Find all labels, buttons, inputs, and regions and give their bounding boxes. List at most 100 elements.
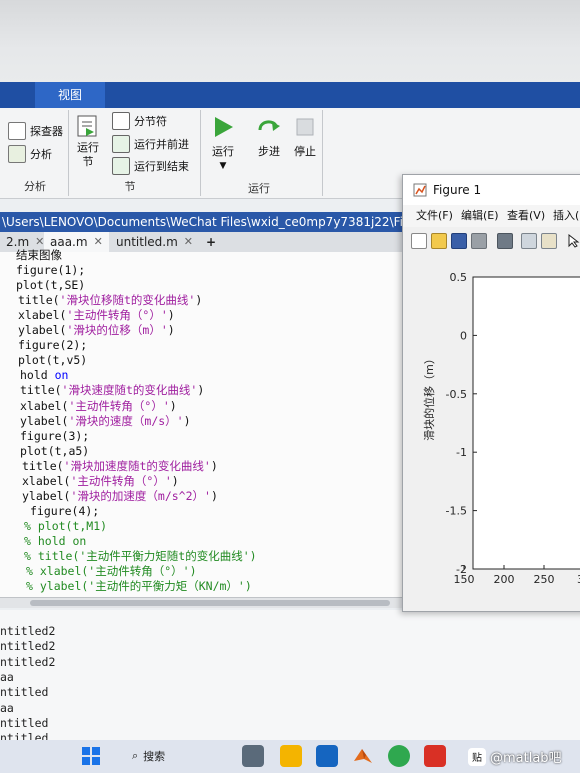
tab-file-untitled[interactable]: untitled.m ✕	[110, 232, 200, 252]
new-figure-icon[interactable]	[411, 233, 427, 249]
section-break-button[interactable]: 分节符	[112, 112, 167, 130]
code-line[interactable]: title('滑块速度随t的变化曲线')	[20, 383, 204, 398]
analyze-button[interactable]: 分析	[8, 145, 52, 163]
code-editor[interactable]: 结束图像 figure(1); plot(t,SE) title('滑块位移随t的变化…	[0, 248, 420, 597]
wechat-icon[interactable]	[388, 745, 410, 767]
new-tab-button[interactable]: +	[200, 232, 223, 252]
code-token: '主动件转角（°）'	[66, 308, 168, 323]
code-line[interactable]: figure(3);	[20, 429, 89, 444]
mail-icon[interactable]	[316, 745, 338, 767]
code-line[interactable]: xlabel('主动件转角（°）')	[18, 308, 175, 323]
code-token: figure(4);	[30, 503, 100, 518]
code-token: )	[167, 308, 175, 323]
code-line[interactable]: plot(t,v5)	[18, 353, 87, 368]
watermark-text: @matlab吧	[490, 751, 562, 766]
menu-edit[interactable]: 编辑(E)	[461, 205, 499, 227]
run-section-button[interactable]: 运行 节	[76, 114, 100, 169]
wps-icon[interactable]	[424, 745, 446, 767]
search-icon: ⌕	[132, 749, 139, 762]
task-view-icon[interactable]	[242, 745, 264, 767]
code-line[interactable]: figure(2);	[18, 338, 87, 353]
figure-window[interactable]: Figure 1 文件(F) 编辑(E) 查看(V) 插入( 0.5 0 -0.5 -…	[402, 174, 580, 612]
code-line[interactable]: ylabel('滑块的位移（m）')	[18, 323, 175, 338]
explorer-label: 探查器	[30, 125, 63, 138]
figure-canvas[interactable]: 0.50-0.5-1-1.5-215020025030滑块的位移（m）	[403, 253, 580, 611]
close-icon[interactable]: ✕	[94, 232, 103, 252]
code-token: title(	[22, 458, 64, 473]
pointer-icon[interactable]	[567, 233, 580, 248]
run-label: 运行	[212, 145, 234, 158]
code-token: figure(1);	[16, 263, 86, 278]
menu-insert[interactable]: 插入(	[553, 205, 579, 227]
code-token: figure(3);	[20, 428, 90, 443]
y-axis-label: 滑块的位移（m）	[422, 353, 436, 441]
code-line[interactable]: hold on	[20, 368, 68, 383]
code-line[interactable]: figure(4);	[30, 504, 99, 519]
run-button[interactable]: 运行 ▼	[210, 114, 236, 171]
code-line[interactable]: % hold on	[24, 534, 86, 549]
editor-horizontal-scrollbar[interactable]	[0, 597, 410, 608]
code-line[interactable]: ylabel('滑块的速度（m/s）')	[20, 414, 191, 429]
run-to-end-button[interactable]: 运行到结束	[112, 157, 189, 175]
code-token: '主动件转角（°）'	[70, 473, 172, 488]
code-line[interactable]: title('滑块位移随t的变化曲线')	[18, 293, 202, 308]
code-line[interactable]: xlabel('主动件转角（°）')	[20, 399, 177, 414]
section-break-icon	[112, 112, 130, 130]
file-explorer-icon[interactable]	[280, 745, 302, 767]
code-token: '滑块的位移（m）'	[66, 323, 168, 338]
code-line[interactable]: % ylabel('主动件的平衡力矩（KN/m）')	[26, 579, 252, 594]
code-token: '滑块加速度随t的变化曲线'	[63, 458, 211, 473]
open-folder-icon[interactable]	[431, 233, 447, 249]
code-token: plot(t,a5)	[20, 443, 90, 458]
insert-legend-icon[interactable]	[541, 233, 557, 249]
figure-titlebar[interactable]: Figure 1	[403, 175, 580, 205]
close-icon[interactable]: ✕	[184, 232, 193, 252]
current-folder-path[interactable]: \Users\LENOVO\Documents\WeChat Files\wxi…	[0, 212, 422, 232]
menu-view[interactable]: 查看(V)	[507, 205, 545, 227]
link-plot-icon[interactable]	[497, 233, 513, 249]
code-line[interactable]: plot(t,SE)	[16, 278, 85, 293]
explorer-button[interactable]: 探查器	[8, 122, 63, 140]
step-icon	[258, 120, 280, 131]
command-history-line: ntitled	[0, 685, 49, 700]
code-line[interactable]: % plot(t,M1)	[24, 519, 107, 534]
stop-button[interactable]: 停止	[292, 114, 318, 159]
plot-axes[interactable]: 0.50-0.5-1-1.5-215020025030滑块的位移（m）	[403, 253, 580, 611]
run-and-advance-button[interactable]: 运行并前进	[112, 135, 189, 153]
code-token: ylabel(	[22, 488, 71, 503]
code-line[interactable]: title('滑块加速度随t的变化曲线')	[22, 459, 218, 474]
run-section-label: 运行 节	[77, 141, 99, 168]
code-token: )	[210, 458, 218, 473]
code-line[interactable]: % xlabel('主动件转角（°）')	[26, 564, 197, 579]
chevron-down-icon[interactable]: ▼	[220, 162, 227, 171]
screen-glare	[0, 0, 580, 82]
y-tick-label: -0.5	[446, 388, 467, 401]
menu-file[interactable]: 文件(F)	[416, 205, 453, 227]
code-token: ylabel(	[20, 413, 69, 428]
windows-start-icon[interactable]	[80, 745, 102, 767]
code-token: xlabel(	[18, 308, 67, 323]
code-line[interactable]: xlabel('主动件转角（°）')	[22, 474, 179, 489]
tab-label: untitled.m	[116, 235, 178, 249]
code-token: xlabel(	[22, 473, 71, 488]
axes-box[interactable]	[472, 276, 580, 570]
code-token: ylabel(	[18, 323, 67, 338]
taskbar-search[interactable]: ⌕ 搜索	[122, 745, 220, 767]
print-icon[interactable]	[471, 233, 487, 249]
code-line[interactable]: 结束图像	[16, 248, 62, 263]
step-button[interactable]: 步进	[256, 114, 282, 159]
code-line[interactable]: ylabel('滑块的加速度（m/s^2）')	[22, 489, 218, 504]
code-line[interactable]: % title('主动件平衡力矩随t的变化曲线')	[24, 549, 257, 564]
run-advance-icon	[112, 135, 130, 153]
insert-colorbar-icon[interactable]	[521, 233, 537, 249]
code-token: )	[171, 473, 179, 488]
tab-view[interactable]: 视图	[35, 82, 105, 108]
x-tick-label: 250	[534, 573, 555, 586]
code-line[interactable]: figure(1);	[16, 263, 85, 278]
code-line[interactable]: plot(t,a5)	[20, 444, 89, 459]
matlab-icon[interactable]	[352, 745, 374, 767]
save-icon[interactable]	[451, 233, 467, 249]
scrollbar-thumb[interactable]	[30, 600, 390, 606]
command-window[interactable]: ntitled2 ntitled2 ntitled2 aa ntitled aa ntitl…	[0, 610, 580, 745]
ribbon-separator	[322, 110, 323, 196]
